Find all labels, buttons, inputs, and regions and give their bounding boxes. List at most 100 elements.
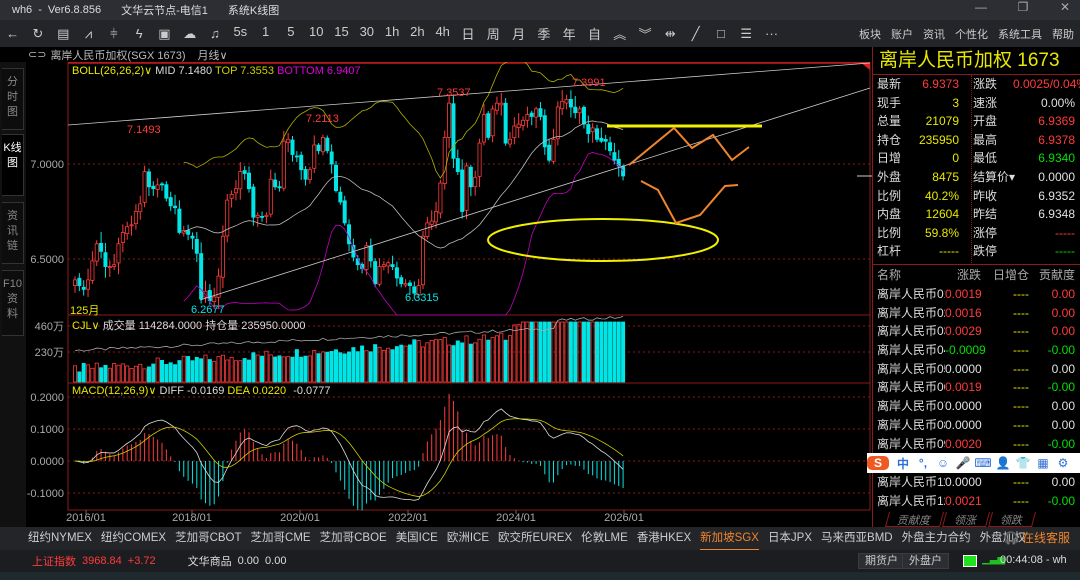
ime-item[interactable]: 中 [893, 455, 913, 472]
period-13[interactable]: 年 [557, 24, 582, 43]
period-11[interactable]: 月 [506, 24, 531, 43]
back-icon[interactable]: ← [0, 26, 25, 41]
ime-item[interactable]: ☺ [933, 456, 953, 470]
exchange-tab[interactable]: 纽约COMEX [101, 527, 166, 550]
more-icon[interactable]: ··· [759, 26, 784, 41]
exchange-tab[interactable]: 香港HKEX [637, 527, 691, 550]
period-1[interactable]: 1 [253, 24, 278, 43]
list-item[interactable]: 离岸人民币02 0.0016 ---- 0.00 [873, 304, 1080, 323]
tab-leaders-up[interactable]: 领涨 [941, 512, 991, 527]
exchange-tab[interactable]: 外盘主力合约 [902, 527, 971, 550]
report-icon[interactable]: ▣ [152, 26, 177, 42]
flash-icon[interactable]: ϟ [126, 26, 151, 41]
list-icon[interactable]: ☰ [734, 26, 759, 42]
header-oi[interactable]: 日增仓 [981, 265, 1029, 285]
price-tick: 6.5000 [30, 254, 64, 266]
list-item[interactable]: 离岸人民币05 0.0000 ---- 0.00 [873, 360, 1080, 379]
period-9[interactable]: 日 [455, 24, 480, 43]
period-12[interactable]: 季 [531, 24, 556, 43]
ime-item[interactable]: °, [913, 456, 933, 470]
futures-account-button[interactable]: 期货户 [858, 553, 905, 569]
period-7[interactable]: 2h [405, 24, 430, 43]
ime-item[interactable]: ▦ [1033, 456, 1053, 470]
menu-item-3[interactable]: 个性化 [955, 26, 988, 42]
kline-chart[interactable]: 7.0000 6.5000 460万 230万 0.2000 0.1000 0.0000 -0… [0, 62, 872, 527]
exchange-tab[interactable]: 马来西亚BMD [821, 527, 893, 550]
wh-name[interactable]: 文华商品 [188, 553, 232, 569]
period-4[interactable]: 15 [329, 24, 354, 43]
zoom-in-icon[interactable]: ︽ [607, 24, 632, 43]
symbol-name[interactable]: 离岸人民币加权(SGX 1673) [50, 47, 185, 63]
menu-item-0[interactable]: 板块 [859, 26, 881, 42]
exchange-tab[interactable]: 纽约NYMEX [28, 527, 92, 550]
link-icon[interactable]: ⊂⊃ [28, 48, 46, 61]
exchange-tab[interactable]: 芝加哥CBOT [175, 527, 241, 550]
menu-item-1[interactable]: 账户 [891, 26, 913, 42]
ime-item[interactable]: ⚙ [1053, 456, 1073, 470]
header-contrib[interactable]: 贡献度 [1029, 265, 1077, 285]
online-service[interactable]: 🎧 在线客服 [1004, 527, 1070, 550]
rectangle-icon[interactable]: □ [708, 26, 733, 41]
list-item[interactable]: 离岸人民币12 0.0021 ---- -0.00 [873, 492, 1080, 511]
minimize-button[interactable]: — [966, 0, 996, 14]
server-node[interactable]: 文华云节点-电信1 [121, 2, 208, 18]
period-14[interactable]: 自 [582, 24, 607, 43]
bell-icon[interactable]: ♫ [202, 26, 227, 41]
period-5[interactable]: 30 [354, 24, 379, 43]
tab-contribution[interactable]: 贡献度 [884, 512, 945, 527]
cloud-icon[interactable]: ☁ [177, 26, 202, 42]
exchange-tab[interactable]: 欧洲ICE [447, 527, 489, 550]
list-item[interactable]: 离岸人民币01 0.0019 ---- 0.00 [873, 285, 1080, 304]
ime-item[interactable]: ⌨ [973, 456, 993, 470]
zoom-out-icon[interactable]: ︾ [632, 24, 657, 43]
period-select[interactable]: 月线∨ [198, 47, 228, 63]
period-0[interactable]: 5s [228, 24, 253, 43]
tab-leaders-down[interactable]: 领跌 [987, 512, 1037, 527]
ime-logo[interactable]: S [867, 456, 889, 471]
exchange-tab[interactable]: 伦敦LME [581, 527, 628, 550]
exchange-tab[interactable]: 芝加哥CBOE [320, 527, 387, 550]
line-icon[interactable]: ⩘ [76, 26, 101, 42]
index-name[interactable]: 上证指数 [32, 553, 76, 569]
volume-bar [507, 335, 512, 383]
period-2[interactable]: 5 [278, 24, 303, 43]
list-item[interactable]: 离岸人民币03 0.0029 ---- 0.00 [873, 322, 1080, 341]
list-item[interactable]: 离岸人民币06 0.0019 ---- -0.00 [873, 378, 1080, 397]
menu-item-2[interactable]: 资讯 [923, 26, 945, 42]
list-item[interactable]: 离岸人民币11 0.0000 ---- 0.00 [873, 473, 1080, 492]
exchange-tab[interactable]: 新加坡SGX [700, 527, 759, 550]
foreign-account-button[interactable]: 外盘户 [902, 553, 949, 569]
ime-toolbar[interactable]: S 中 °, ☺ 🎤 ⌨ 👤 👕 ▦ ⚙ [867, 453, 1080, 474]
list-item[interactable]: 离岸人民币09 0.0020 ---- -0.00 [873, 435, 1080, 454]
boll-label[interactable]: BOLL(26,26,2)∨ [72, 65, 152, 77]
maximize-button[interactable]: ❐ [1008, 0, 1038, 14]
period-6[interactable]: 1h [379, 24, 404, 43]
header-name[interactable]: 名称 [873, 265, 945, 285]
list-item[interactable]: 离岸人民币07 0.0000 ---- 0.00 [873, 397, 1080, 416]
period-8[interactable]: 4h [430, 24, 455, 43]
ime-item[interactable]: 👕 [1013, 456, 1033, 470]
ime-item[interactable]: 👤 [993, 456, 1013, 470]
exchange-tab[interactable]: 美国ICE [396, 527, 438, 550]
refresh-icon[interactable]: ↻ [25, 26, 50, 42]
candle-icon[interactable]: ⫩ [101, 26, 126, 42]
split-icon[interactable]: ⇹ [658, 26, 683, 42]
exchange-tab[interactable]: 欧交所EUREX [498, 527, 572, 550]
draw-line-icon[interactable]: ╱ [683, 26, 708, 42]
menu-item-5[interactable]: 帮助 [1052, 26, 1074, 42]
menu-item-4[interactable]: 系统工具 [998, 26, 1042, 42]
list-item[interactable]: 离岸人民币04 -0.0009 ---- -0.00 [873, 341, 1080, 360]
exchange-tab[interactable]: 日本JPX [768, 527, 812, 550]
close-button[interactable]: ✕ [1050, 0, 1080, 14]
macd-label[interactable]: MACD(12,26,9)∨ [72, 385, 156, 397]
list-item[interactable]: 离岸人民币08 0.0000 ---- 0.00 [873, 416, 1080, 435]
exchange-tab[interactable]: 芝加哥CME [251, 527, 311, 550]
period-3[interactable]: 10 [304, 24, 329, 43]
quote-label: 内盘 [877, 207, 902, 222]
cjl-label[interactable]: CJL∨ [72, 320, 100, 332]
period-10[interactable]: 周 [481, 24, 506, 43]
header-change[interactable]: 涨跌 [945, 265, 981, 285]
ime-item[interactable]: 🎤 [953, 456, 973, 470]
quote-value: 6.9352 [1038, 188, 1075, 203]
table-icon[interactable]: ▤ [51, 26, 76, 42]
